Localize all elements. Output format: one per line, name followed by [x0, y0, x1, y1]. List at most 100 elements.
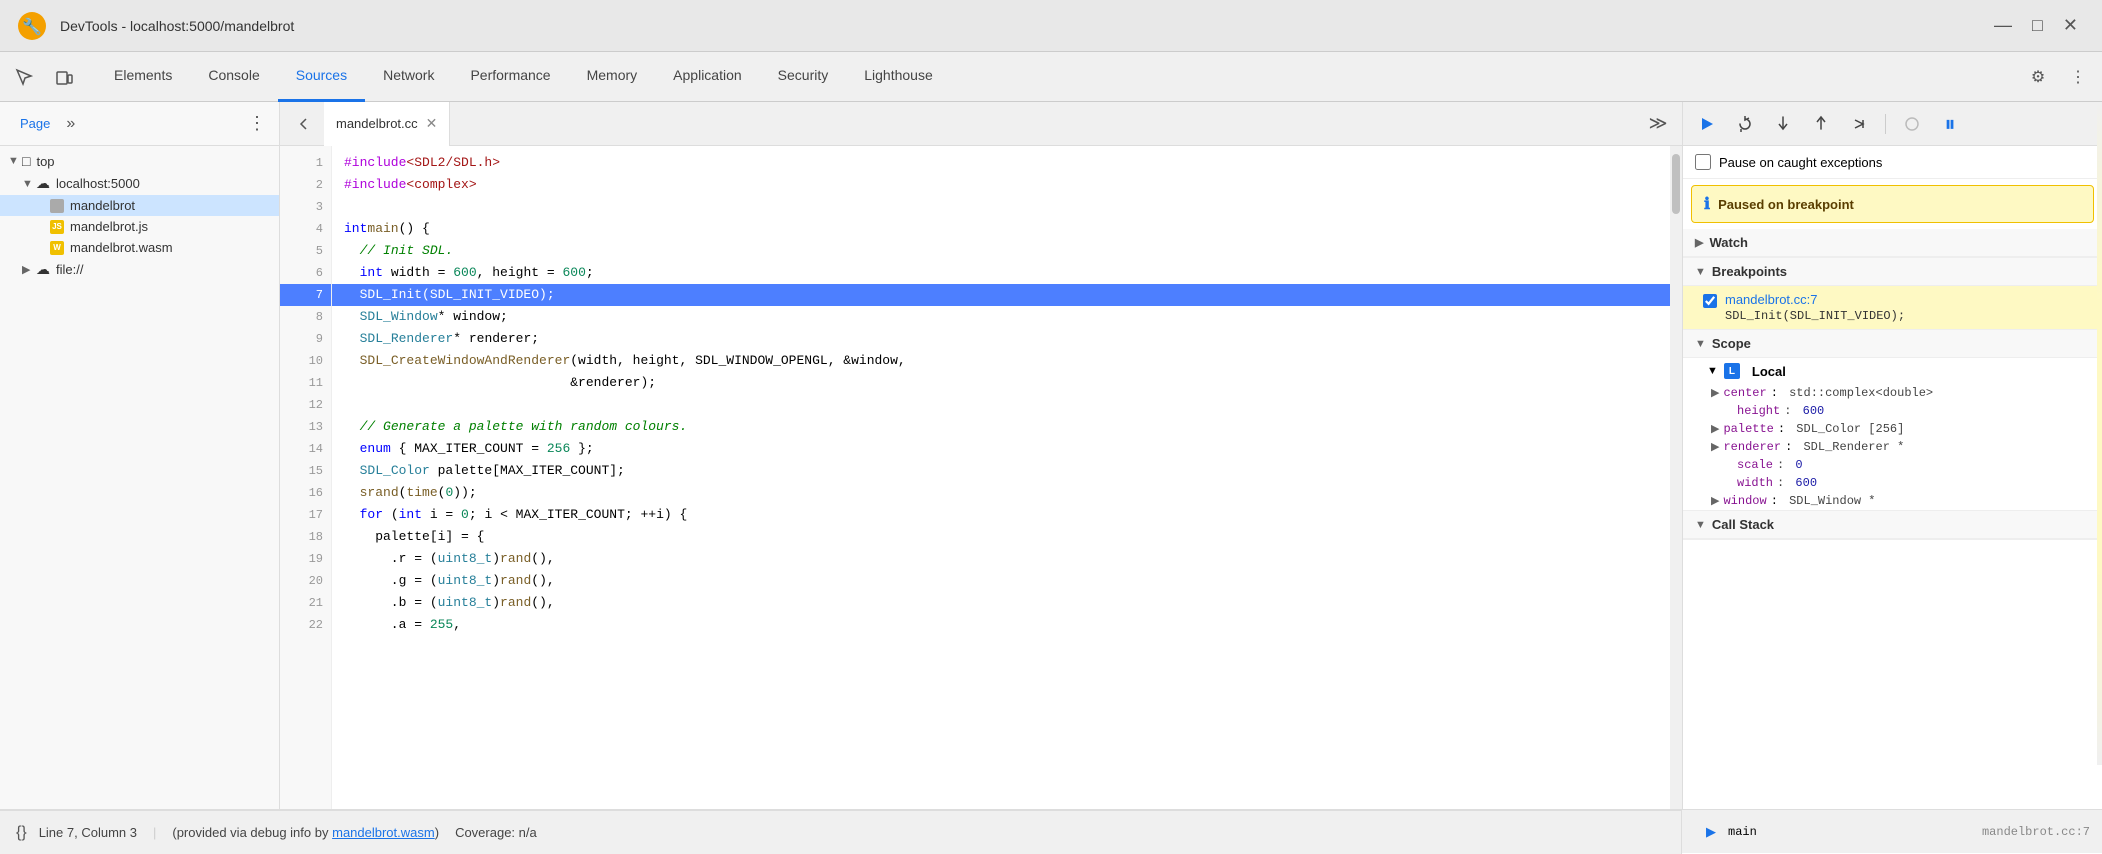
- callstack-toggle: ▼: [1695, 519, 1706, 531]
- line-num-2: 2: [280, 174, 331, 196]
- callstack-header[interactable]: ▼ Call Stack: [1683, 511, 2102, 539]
- page-tab[interactable]: Page: [8, 102, 62, 146]
- breakpoint-indicator-strip: [2097, 102, 2102, 765]
- line-col-status: Line 7, Column 3: [39, 825, 137, 840]
- tab-security[interactable]: Security: [760, 52, 847, 102]
- tree-item-mandelbrot-js[interactable]: JS mandelbrot.js: [0, 216, 279, 237]
- pause-exceptions-button[interactable]: ⏸: [1934, 108, 1966, 140]
- tree-item-mandelbrot-wasm[interactable]: W mandelbrot.wasm: [0, 237, 279, 258]
- scope-var-renderer[interactable]: ▶ renderer : SDL_Renderer *: [1683, 438, 2102, 456]
- tab-performance[interactable]: Performance: [452, 52, 568, 102]
- app-icon: 🔧: [16, 10, 48, 42]
- svg-text:🔧: 🔧: [22, 17, 42, 36]
- coverage-status: Coverage: n/a: [455, 825, 537, 840]
- code-line-20: .g = (uint8_t)rand(),: [332, 570, 1670, 592]
- line-num-17: 17: [280, 504, 331, 526]
- window-controls[interactable]: — □ ✕: [1994, 15, 2078, 36]
- toolbar-separator: [1885, 114, 1886, 134]
- renderer-toggle: ▶: [1711, 440, 1719, 454]
- code-editor: 1 2 3 4 5 6 7 8 9 10 11 12 13 14 15 16 1…: [280, 146, 1682, 809]
- callstack-arrow-icon: ▶: [1706, 824, 1716, 840]
- step-over-button[interactable]: [1729, 108, 1761, 140]
- scope-var-width: width : 600: [1683, 474, 2102, 492]
- code-line-3: [332, 196, 1670, 218]
- code-line-19: .r = (uint8_t)rand(),: [332, 548, 1670, 570]
- pause-exceptions-checkbox[interactable]: [1695, 154, 1711, 170]
- cloud-icon: ☁: [36, 261, 50, 278]
- info-icon: ℹ: [1704, 194, 1710, 214]
- line-num-6: 6: [280, 262, 331, 284]
- sidebar-menu-button[interactable]: ⋮: [243, 110, 271, 138]
- deactivate-breakpoints-button[interactable]: [1896, 108, 1928, 140]
- tree-item-top[interactable]: ▼ □ top: [0, 150, 279, 172]
- breakpoint-info: mandelbrot.cc:7 SDL_Init(SDL_INIT_VIDEO)…: [1725, 292, 1905, 323]
- step-button[interactable]: [1843, 108, 1875, 140]
- paused-banner: ℹ Paused on breakpoint: [1691, 185, 2094, 223]
- callstack-section: ▼ Call Stack: [1683, 511, 2102, 540]
- minimize-button[interactable]: —: [1994, 15, 2012, 36]
- more-icon[interactable]: ⋮: [2062, 61, 2094, 93]
- wasm-link[interactable]: mandelbrot.wasm: [332, 825, 435, 840]
- step-into-button[interactable]: [1767, 108, 1799, 140]
- tab-elements[interactable]: Elements: [96, 52, 190, 102]
- code-content: #include <SDL2/SDL.h> #include <complex>…: [332, 146, 1670, 809]
- tab-lighthouse[interactable]: Lighthouse: [846, 52, 951, 102]
- line-num-7: 7: [280, 284, 331, 306]
- device-toolbar-icon[interactable]: [48, 61, 80, 93]
- more-tabs-button[interactable]: ≫: [1642, 108, 1674, 140]
- tab-sources[interactable]: Sources: [278, 52, 365, 102]
- tab-memory[interactable]: Memory: [569, 52, 656, 102]
- code-line-2: #include <complex>: [332, 174, 1670, 196]
- callstack-fn-name[interactable]: main: [1728, 825, 1970, 839]
- close-tab-button[interactable]: ✕: [426, 115, 438, 132]
- line-num-16: 16: [280, 482, 331, 504]
- file-sidebar: Page » ⋮ ▼ □ top ▼ ☁ localhost:5000 mand…: [0, 102, 280, 809]
- settings-icon[interactable]: ⚙: [2022, 61, 2054, 93]
- tab-network[interactable]: Network: [365, 52, 452, 102]
- inspect-icon[interactable]: [8, 61, 40, 93]
- tree-item-mandelbrot[interactable]: mandelbrot: [0, 195, 279, 216]
- code-tab-mandelbrot[interactable]: mandelbrot.cc ✕: [324, 102, 450, 146]
- tree-item-file[interactable]: ▶ ☁ file://: [0, 258, 279, 281]
- scope-header[interactable]: ▼ Scope: [1683, 330, 2102, 358]
- line-num-13: 13: [280, 416, 331, 438]
- line-num-4: 4: [280, 218, 331, 240]
- debug-toolbar: ⏸: [1683, 102, 2102, 146]
- scope-var-palette[interactable]: ▶ palette : SDL_Color [256]: [1683, 420, 2102, 438]
- step-out-button[interactable]: [1805, 108, 1837, 140]
- cloud-icon: ☁: [36, 175, 50, 192]
- pause-exceptions-label[interactable]: Pause on caught exceptions: [1719, 155, 1882, 170]
- code-line-18: palette[i] = {: [332, 526, 1670, 548]
- code-line-15: SDL_Color palette[MAX_ITER_COUNT];: [332, 460, 1670, 482]
- line-num-5: 5: [280, 240, 331, 262]
- scope-var-center[interactable]: ▶ center : std::complex<double>: [1683, 384, 2102, 402]
- code-line-5: // Init SDL.: [332, 240, 1670, 262]
- scrollbar-thumb[interactable]: [1672, 154, 1680, 214]
- close-button[interactable]: ✕: [2063, 15, 2078, 36]
- line-num-12: 12: [280, 394, 331, 416]
- breakpoint-code: SDL_Init(SDL_INIT_VIDEO);: [1725, 309, 1905, 323]
- watch-section: ▶ Watch: [1683, 229, 2102, 258]
- breakpoint-checkbox[interactable]: [1703, 294, 1717, 308]
- file-icon: [50, 199, 64, 213]
- code-tabs-bar: mandelbrot.cc ✕ ≫: [280, 102, 1682, 146]
- watch-header[interactable]: ▶ Watch: [1683, 229, 2102, 257]
- toggle-icon: ▼: [22, 178, 36, 190]
- titlebar: 🔧 DevTools - localhost:5000/mandelbrot —…: [0, 0, 2102, 52]
- tree-item-localhost[interactable]: ▼ ☁ localhost:5000: [0, 172, 279, 195]
- tab-application[interactable]: Application: [655, 52, 760, 102]
- scope-local-header[interactable]: ▼ L Local: [1683, 358, 2102, 384]
- scope-var-height: height : 600: [1683, 402, 2102, 420]
- callstack-bottom-row: ▶ main mandelbrot.cc:7: [1682, 810, 2102, 853]
- breakpoint-location[interactable]: mandelbrot.cc:7: [1725, 292, 1905, 307]
- code-line-13: // Generate a palette with random colour…: [332, 416, 1670, 438]
- tab-console[interactable]: Console: [190, 52, 277, 102]
- breakpoints-header[interactable]: ▼ Breakpoints: [1683, 258, 2102, 286]
- breakpoints-toggle: ▼: [1695, 266, 1706, 278]
- sidebar-more-tabs[interactable]: »: [66, 115, 75, 133]
- back-forward-button[interactable]: [288, 108, 320, 140]
- scope-var-window[interactable]: ▶ window : SDL_Window *: [1683, 492, 2102, 510]
- resume-button[interactable]: [1691, 108, 1723, 140]
- maximize-button[interactable]: □: [2032, 15, 2043, 36]
- code-scrollbar[interactable]: [1670, 146, 1682, 809]
